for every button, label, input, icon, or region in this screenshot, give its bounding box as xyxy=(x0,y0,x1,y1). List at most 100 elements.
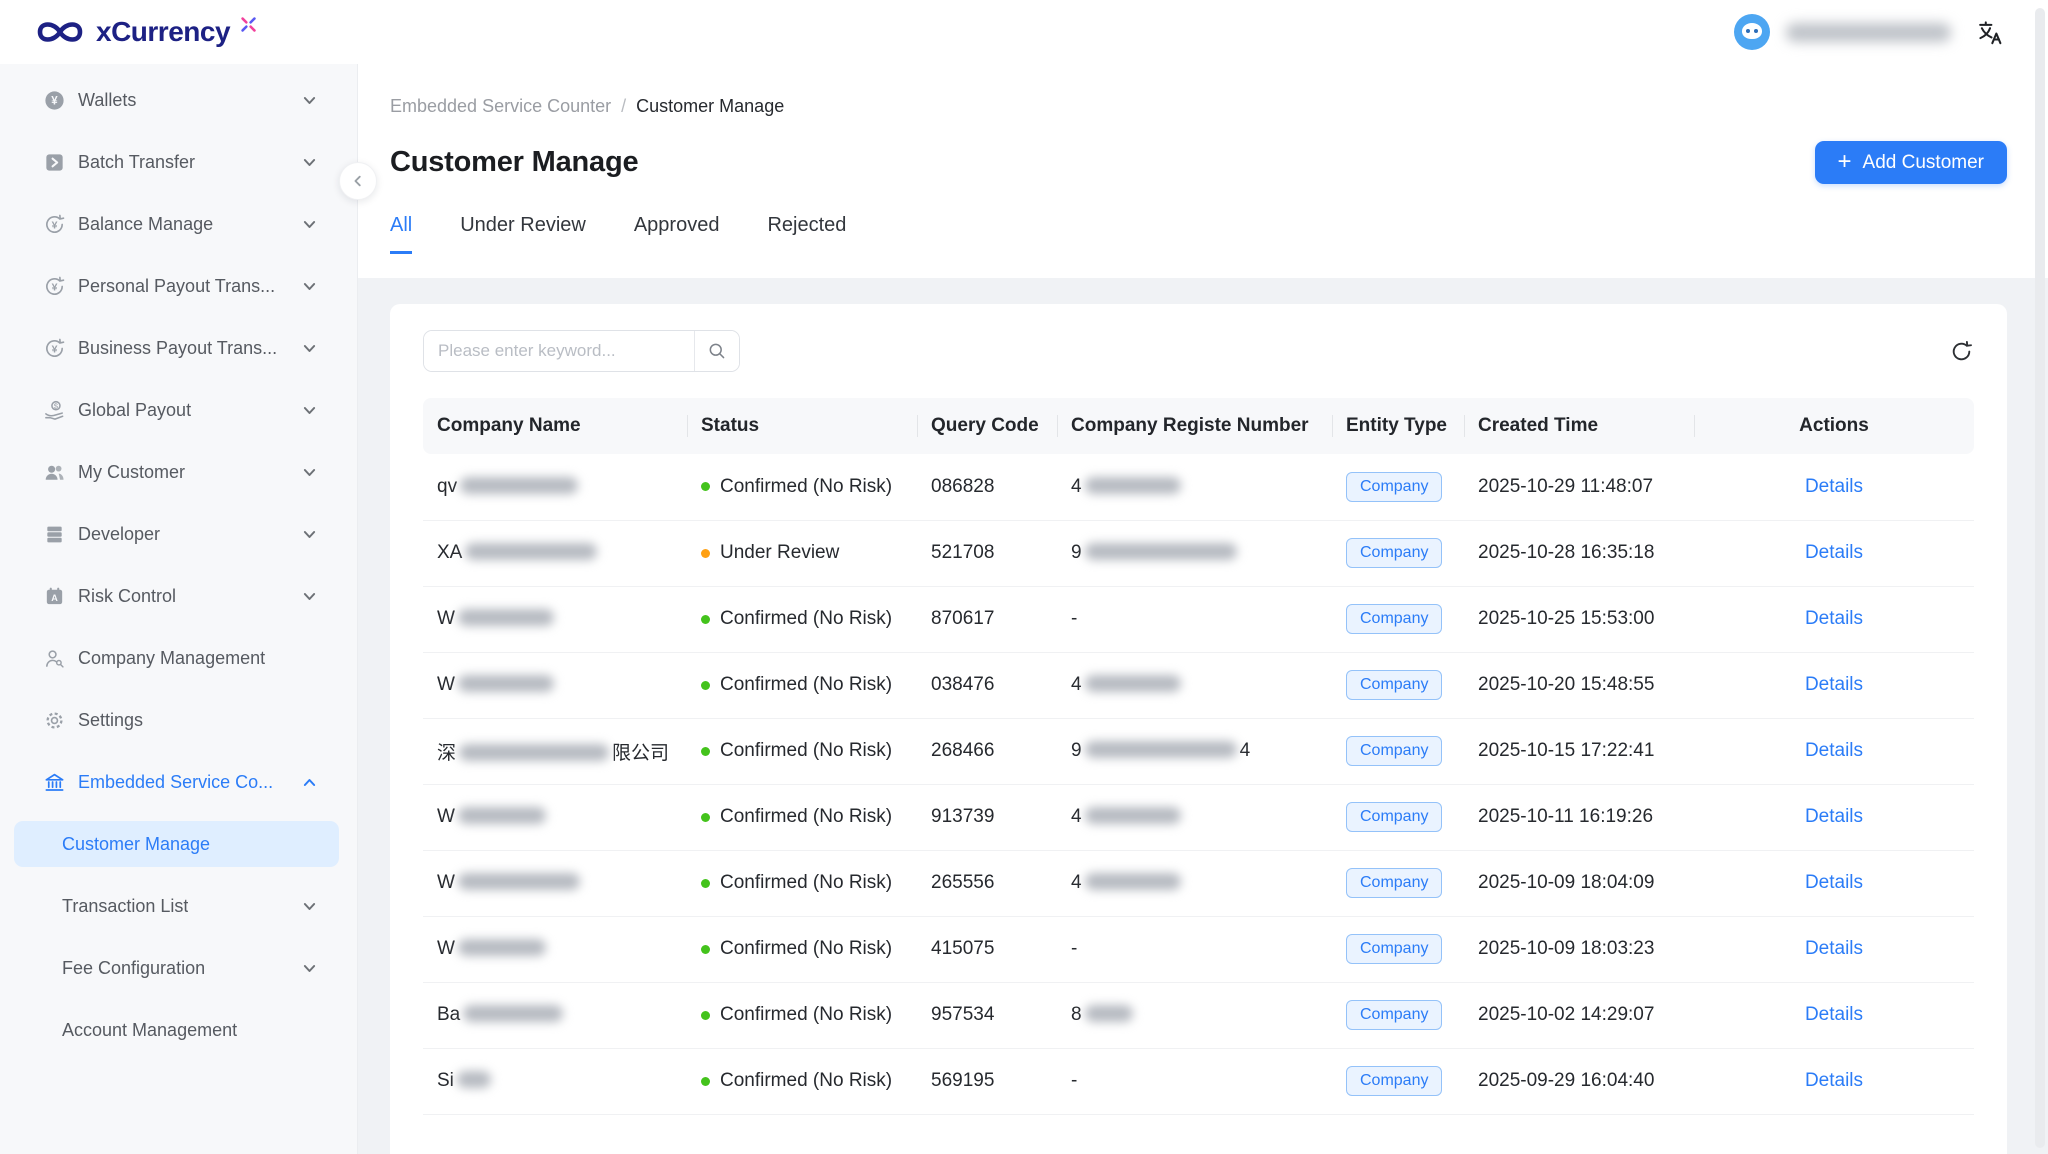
redacted-text xyxy=(1085,873,1181,890)
query-code-cell: 521708 xyxy=(917,520,1057,586)
status-cell: Confirmed (No Risk) xyxy=(687,586,917,652)
infinity-logo-icon xyxy=(33,14,87,50)
company-name-cell: W xyxy=(423,850,687,916)
company-name-cell: Si xyxy=(423,1048,687,1114)
redacted-text xyxy=(1085,675,1181,692)
table-row: W Confirmed (No Risk) 913739 4 Company 2… xyxy=(423,784,1974,850)
company-name-cell: 深限公司 xyxy=(423,718,687,784)
sidebar-collapse-button[interactable] xyxy=(339,162,377,200)
status-cell: Confirmed (No Risk) xyxy=(687,454,917,520)
query-code-cell: 268466 xyxy=(917,718,1057,784)
content-card: Company NameStatusQuery CodeCompany Regi… xyxy=(390,304,2007,1154)
add-customer-button[interactable]: + Add Customer xyxy=(1815,141,2007,184)
created-time-cell: 2025-09-29 16:04:40 xyxy=(1464,1048,1694,1114)
entity-type-cell: Company xyxy=(1332,718,1464,784)
column-header-company-name: Company Name xyxy=(423,398,687,454)
register-number-cell: 8 xyxy=(1057,982,1332,1048)
details-link[interactable]: Details xyxy=(1805,1070,1863,1091)
sidebar-item-balance-manage: Balance Manage xyxy=(0,193,357,255)
redacted-text xyxy=(460,477,578,494)
hand-coin-icon xyxy=(43,399,66,422)
details-link[interactable]: Details xyxy=(1805,476,1863,497)
breadcrumb-parent[interactable]: Embedded Service Counter xyxy=(390,96,611,117)
chevron-down-icon xyxy=(302,341,317,356)
entity-type-cell: Company xyxy=(1332,586,1464,652)
table-row: W Confirmed (No Risk) 265556 4 Company 2… xyxy=(423,850,1974,916)
entity-type-cell: Company xyxy=(1332,1048,1464,1114)
chevron-left-icon xyxy=(351,174,365,188)
tab-all[interactable]: All xyxy=(390,214,412,254)
query-code-cell: 038476 xyxy=(917,652,1057,718)
entity-type-badge: Company xyxy=(1346,934,1442,964)
tabs: All Under Review Approved Rejected xyxy=(390,214,2007,254)
actions-cell: Details xyxy=(1694,1048,1974,1114)
risk-icon xyxy=(43,585,66,608)
entity-type-badge: Company xyxy=(1346,736,1442,766)
details-link[interactable]: Details xyxy=(1805,740,1863,761)
query-code-cell: 870617 xyxy=(917,586,1057,652)
chevron-down-icon xyxy=(302,155,317,170)
company-name-cell: XA xyxy=(423,520,687,586)
search-icon xyxy=(707,341,727,361)
status-cell: Confirmed (No Risk) xyxy=(687,982,917,1048)
details-link[interactable]: Details xyxy=(1805,542,1863,563)
tab-approved[interactable]: Approved xyxy=(634,214,720,254)
sidebar-item-batch-transfer: Batch Transfer xyxy=(0,131,357,193)
redacted-text xyxy=(1085,1005,1133,1022)
created-time-cell: 2025-10-09 18:04:09 xyxy=(1464,850,1694,916)
sidebar-item-global-payout: Global Payout xyxy=(0,379,357,441)
search-input[interactable] xyxy=(424,331,694,371)
entity-type-cell: Company xyxy=(1332,916,1464,982)
user-menu[interactable] xyxy=(1734,14,1951,50)
actions-cell: Details xyxy=(1694,850,1974,916)
redacted-text xyxy=(1085,477,1181,494)
sidebar-item-business-payout-trans: Business Payout Trans... xyxy=(0,317,357,379)
table-row: W Confirmed (No Risk) 415075 - Company 2… xyxy=(423,916,1974,982)
details-link[interactable]: Details xyxy=(1805,1004,1863,1025)
register-number-cell: - xyxy=(1057,916,1332,982)
person-key-icon xyxy=(43,647,66,670)
redacted-text xyxy=(1085,807,1181,824)
actions-cell: Details xyxy=(1694,652,1974,718)
actions-cell: Details xyxy=(1694,586,1974,652)
redacted-text xyxy=(463,1005,563,1022)
tab-rejected[interactable]: Rejected xyxy=(767,214,846,254)
chevron-down-icon xyxy=(302,403,317,418)
company-name-cell: W xyxy=(423,916,687,982)
table-row: qv Confirmed (No Risk) 086828 4 Company … xyxy=(423,454,1974,520)
redacted-text xyxy=(458,873,580,890)
tab-under-review[interactable]: Under Review xyxy=(460,214,586,254)
redacted-text xyxy=(458,609,554,626)
language-switch-button[interactable] xyxy=(1977,19,2004,46)
column-header-status: Status xyxy=(687,398,917,454)
sidebar-item-risk-control: Risk Control xyxy=(0,565,357,627)
query-code-cell: 265556 xyxy=(917,850,1057,916)
sidebar-item-company-management: Company Management xyxy=(0,627,357,689)
chevron-down-icon xyxy=(302,465,317,480)
chevron-down-icon xyxy=(302,527,317,542)
column-header-company-registe-number: Company Registe Number xyxy=(1057,398,1332,454)
entity-type-badge: Company xyxy=(1346,670,1442,700)
status-cell: Confirmed (No Risk) xyxy=(687,916,917,982)
refresh-button[interactable] xyxy=(1949,339,1974,364)
status-cell: Confirmed (No Risk) xyxy=(687,784,917,850)
redacted-text xyxy=(458,939,546,956)
bank-icon xyxy=(43,771,66,794)
details-link[interactable]: Details xyxy=(1805,872,1863,893)
details-link[interactable]: Details xyxy=(1805,938,1863,959)
details-link[interactable]: Details xyxy=(1805,608,1863,629)
table-row: 深限公司 Confirmed (No Risk) 268466 94 Compa… xyxy=(423,718,1974,784)
details-link[interactable]: Details xyxy=(1805,674,1863,695)
search-button[interactable] xyxy=(694,331,739,371)
scrollbar[interactable] xyxy=(2035,8,2045,1148)
table-row: Si Confirmed (No Risk) 569195 - Company … xyxy=(423,1048,1974,1114)
cycle-yen-icon xyxy=(43,213,66,236)
register-number-cell: 4 xyxy=(1057,784,1332,850)
add-customer-label: Add Customer xyxy=(1863,152,1984,174)
brand-name: xCurrency xyxy=(96,16,230,48)
column-header-actions: Actions xyxy=(1694,398,1974,454)
entity-type-badge: Company xyxy=(1346,1066,1442,1096)
table-row: W Confirmed (No Risk) 038476 4 Company 2… xyxy=(423,652,1974,718)
details-link[interactable]: Details xyxy=(1805,806,1863,827)
created-time-cell: 2025-10-02 14:29:07 xyxy=(1464,982,1694,1048)
